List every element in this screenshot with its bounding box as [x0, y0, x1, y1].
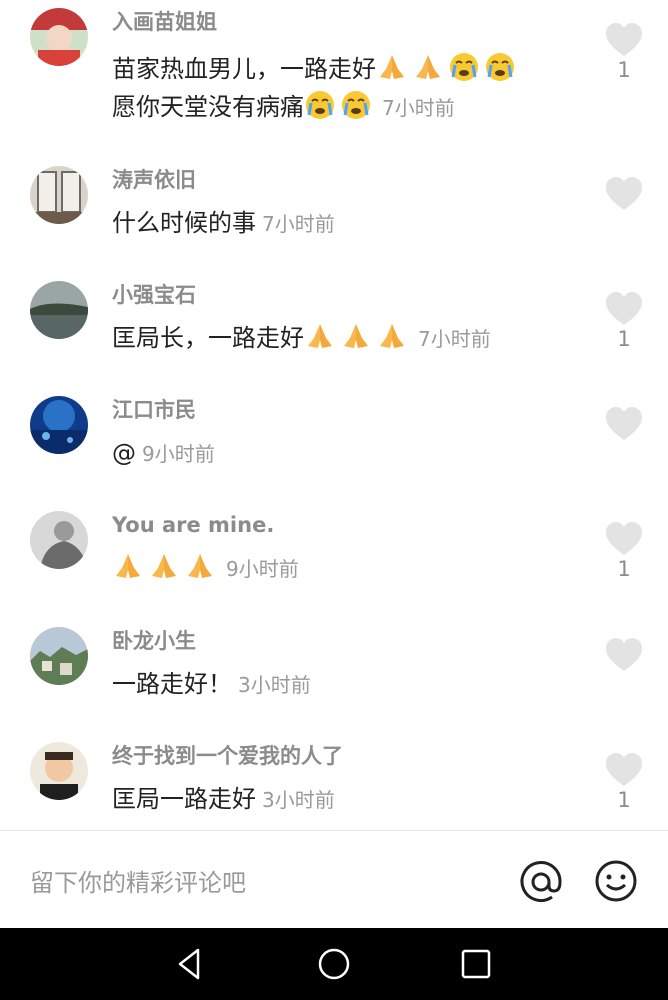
pray-emoji-icon [112, 550, 144, 582]
comment-time: 3小时前 [238, 673, 311, 697]
pray-emoji-icon [340, 320, 372, 352]
comment-time: 7小时前 [382, 96, 455, 120]
recents-square-icon[interactable] [456, 944, 496, 984]
comment-text: 苗家热血男儿，一路走好 愿你天堂没有病痛 7小时前 [112, 50, 582, 127]
comment-body: 什么时候的事 [112, 209, 256, 237]
comment-time: 9小时前 [226, 557, 299, 581]
home-circle-icon[interactable] [314, 944, 354, 984]
comment-text: 匡局长，一路走好 7小时前 [112, 319, 582, 358]
pray-emoji-icon [376, 320, 408, 352]
avatar[interactable] [30, 511, 88, 569]
like-heart-icon[interactable] [604, 637, 644, 673]
crying-face-emoji-icon [340, 89, 372, 121]
crying-face-emoji-icon [304, 89, 336, 121]
like-count: 1 [617, 327, 631, 351]
like-heart-icon[interactable] [604, 521, 644, 557]
avatar[interactable] [30, 396, 88, 454]
comment-body: 匡局一路走好 [112, 785, 256, 813]
crying-face-emoji-icon [484, 51, 516, 83]
like-heart-icon[interactable] [604, 176, 644, 212]
like-heart-icon[interactable] [604, 22, 644, 58]
like-count: 1 [617, 58, 631, 82]
comment-body: 一路走好！ [112, 670, 232, 698]
android-navbar [0, 928, 668, 1000]
smiley-icon[interactable] [594, 859, 638, 903]
comment-username[interactable]: 涛声依旧 [112, 166, 196, 194]
pray-emoji-icon [412, 51, 444, 83]
comment-username[interactable]: 卧龙小生 [112, 627, 196, 655]
pray-emoji-icon [376, 51, 408, 83]
comment-body-line2: 愿你天堂没有病痛 [112, 93, 304, 121]
comment-body: @ [112, 439, 136, 467]
like-heart-icon[interactable] [604, 406, 644, 442]
at-icon[interactable] [518, 859, 564, 905]
avatar[interactable] [30, 627, 88, 685]
comment-time: 7小时前 [262, 212, 335, 236]
comment-username[interactable]: 终于找到一个爱我的人了 [112, 742, 343, 770]
comment-input[interactable]: 留下你的精彩评论吧 [30, 863, 246, 898]
comment-text: 9小时前 [112, 549, 582, 588]
avatar[interactable] [30, 281, 88, 339]
like-heart-icon[interactable] [604, 752, 644, 788]
back-triangle-icon[interactable] [170, 944, 210, 984]
avatar[interactable] [30, 742, 88, 800]
comment-input-bar: 留下你的精彩评论吧 [0, 830, 668, 929]
comment-username[interactable]: You are mine. [112, 511, 274, 539]
comment-text: @9小时前 [112, 434, 582, 473]
like-heart-icon[interactable] [604, 291, 644, 327]
comment-body: 苗家热血男儿，一路走好 [112, 55, 376, 83]
pray-emoji-icon [184, 550, 216, 582]
comment-text: 一路走好！ 3小时前 [112, 665, 582, 704]
crying-face-emoji-icon [448, 51, 480, 83]
comment-time: 9小时前 [142, 442, 215, 466]
comment-username[interactable]: 入画苗姐姐 [112, 8, 217, 36]
comment-text: 匡局一路走好 3小时前 [112, 780, 582, 819]
like-count: 1 [617, 557, 631, 581]
comment-body: 匡局长，一路走好 [112, 324, 304, 352]
comment-time: 3小时前 [262, 788, 335, 812]
avatar[interactable] [30, 166, 88, 224]
pray-emoji-icon [304, 320, 336, 352]
comment-text: 什么时候的事 7小时前 [112, 204, 582, 243]
pray-emoji-icon [148, 550, 180, 582]
comment-username[interactable]: 江口市民 [112, 396, 196, 424]
comment-username[interactable]: 小强宝石 [112, 281, 196, 309]
like-count: 1 [617, 788, 631, 812]
avatar[interactable] [30, 8, 88, 66]
comment-time: 7小时前 [418, 327, 491, 351]
